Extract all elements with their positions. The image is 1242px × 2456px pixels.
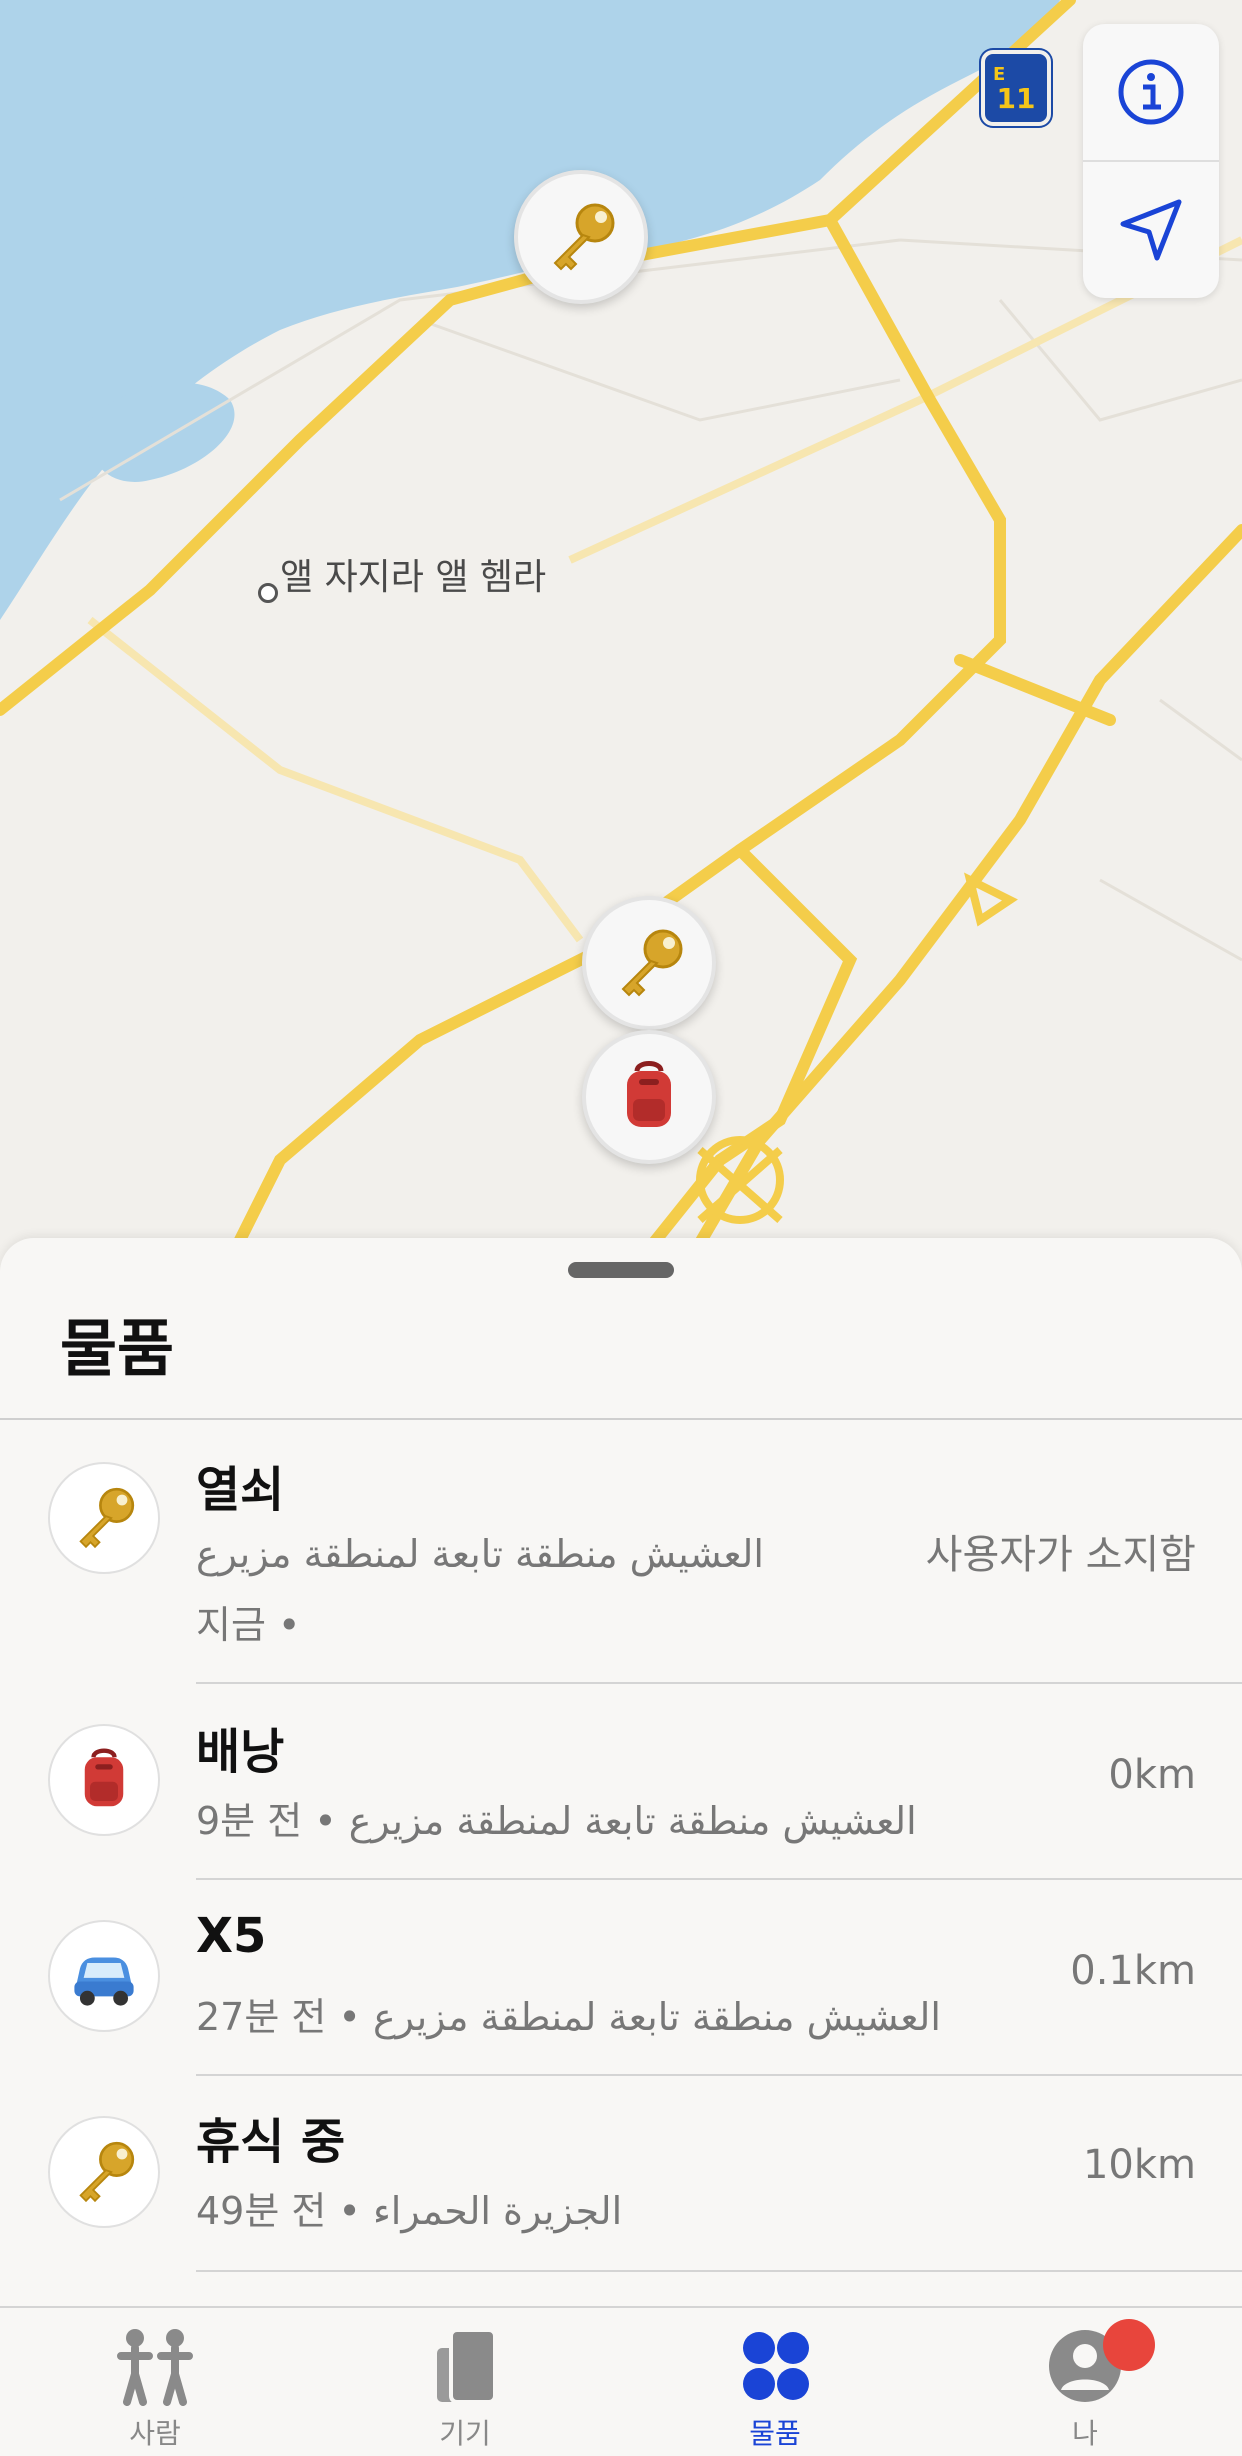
- place-marker-dot: [258, 583, 278, 603]
- road-badge-e11: E 11: [981, 50, 1051, 126]
- tab-label: 기기: [439, 2417, 491, 2450]
- people-icon: [117, 2329, 193, 2406]
- tab-items[interactable]: 물품: [620, 2308, 930, 2456]
- items-sheet: 물품 열쇠 العشيش منطقة تابعة لمنطقة مزيرع 지금…: [0, 1238, 1242, 2308]
- list-item[interactable]: X5 27분 전 • العشيش منطقة تابعة لمنطقة مزي…: [0, 1880, 1242, 2076]
- location-arrow-icon: [1120, 199, 1182, 261]
- car-icon: [74, 1957, 134, 2006]
- key-icon: [621, 929, 683, 997]
- item-name: 휴식 중: [196, 2114, 346, 2170]
- tab-label: 사람: [129, 2417, 181, 2450]
- key-pin[interactable]: [514, 170, 648, 304]
- item-avatar: [48, 1462, 160, 1574]
- list-item[interactable]: 휴식 중 49분 전 • الجزيرة الحمراء 10km: [0, 2076, 1242, 2272]
- item-distance: 10km: [1082, 2142, 1196, 2188]
- sheet-title: 물품: [60, 1312, 175, 1385]
- item-name: 배낭: [196, 1724, 285, 1780]
- info-button[interactable]: [1083, 24, 1219, 160]
- item-name: X5: [196, 1908, 267, 1964]
- key-icon: [553, 203, 615, 271]
- place-label: 앨 자지라 앨 헴라: [280, 557, 547, 598]
- row-divider: [196, 2270, 1242, 2272]
- item-location: 49분 전 • الجزيرة الحمراء: [196, 2189, 623, 2233]
- list-item[interactable]: 배낭 9분 전 • العشيش منطقة تابعة لمنطقة مزير…: [0, 1684, 1242, 1880]
- tab-people[interactable]: 사람: [0, 2308, 310, 2456]
- tab-devices[interactable]: 기기: [310, 2308, 620, 2456]
- item-time: 지금 •: [196, 1603, 301, 1647]
- list-item[interactable]: 열쇠 العشيش منطقة تابعة لمنطقة مزيرع 지금 • …: [0, 1420, 1242, 1684]
- item-location: العشيش منطقة تابعة لمنطقة مزيرع: [196, 1532, 764, 1576]
- item-status: 사용자가 소지함: [925, 1532, 1196, 1578]
- backpack-pin[interactable]: [582, 1030, 716, 1164]
- key-icon: [79, 2141, 135, 2203]
- tab-label: 물품: [749, 2417, 801, 2450]
- backpack-icon: [627, 1061, 671, 1127]
- tab-me[interactable]: 나: [930, 2308, 1240, 2456]
- road-badge-number: 11: [996, 82, 1036, 115]
- item-distance: 0km: [1108, 1752, 1196, 1798]
- item-location: 27분 전 • العشيش منطقة تابعة لمنطقة مزيرع: [196, 1995, 941, 2039]
- item-location: 9분 전 • العشيش منطقة تابعة لمنطقة مزيرع: [196, 1799, 917, 1843]
- map-view[interactable]: 앨 자지라 앨 헴라 E 11: [0, 0, 1242, 1266]
- locate-button[interactable]: [1083, 162, 1219, 298]
- notification-badge: [1103, 2319, 1155, 2371]
- key-pin[interactable]: [582, 896, 716, 1030]
- item-avatar: [48, 1920, 160, 2032]
- items-icon: [743, 2332, 809, 2400]
- item-avatar: [48, 2116, 160, 2228]
- item-avatar: [48, 1724, 160, 1836]
- tab-label: 나: [1072, 2417, 1098, 2450]
- map-controls: [1083, 24, 1219, 298]
- info-circle-icon: [1118, 59, 1184, 125]
- backpack-icon: [84, 1748, 124, 1807]
- tab-bar: 사람 기기 물품 나: [0, 2306, 1242, 2456]
- item-distance: 0.1km: [1070, 1948, 1196, 1994]
- item-name: 열쇠: [196, 1462, 285, 1518]
- devices-icon: [437, 2328, 497, 2404]
- key-icon: [79, 1487, 135, 1549]
- sheet-grabber[interactable]: [568, 1262, 674, 1278]
